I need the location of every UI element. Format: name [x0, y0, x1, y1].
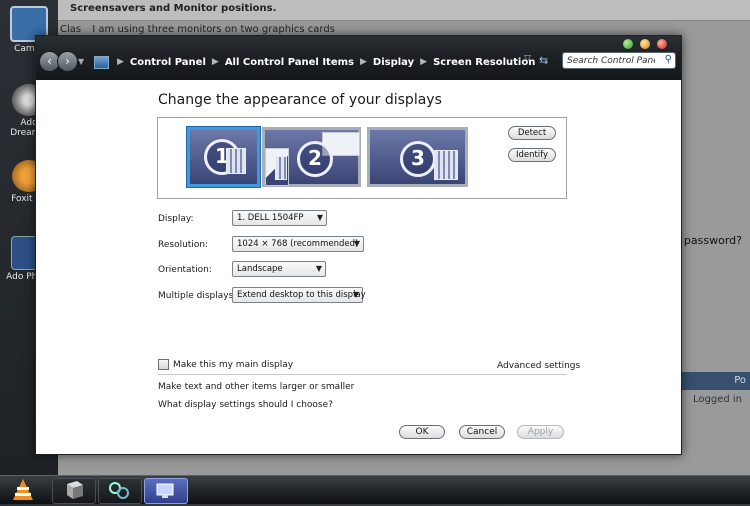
minimize-button[interactable] [640, 39, 650, 49]
forum-snippet-rest: I am using three monitors on two graphic… [92, 24, 335, 35]
display-settings-icon [156, 483, 174, 498]
forum-snippet-start: Clas [60, 24, 82, 35]
multiple-displays-select-value: Extend desktop to this display [237, 290, 366, 300]
divider [158, 374, 567, 375]
page-title: Change the appearance of your displays [158, 92, 442, 108]
display-help-link[interactable]: What display settings should I choose? [158, 400, 333, 410]
maximize-button[interactable] [623, 39, 633, 49]
taskbar-display-settings[interactable] [144, 478, 188, 504]
forward-button[interactable]: › [57, 51, 78, 72]
text-size-link[interactable]: Make text and other items larger or smal… [158, 382, 354, 392]
chevron-down-icon: ▼ [315, 264, 322, 273]
content-area: Change the appearance of your displays 1… [36, 80, 681, 454]
breadcrumb-separator-icon[interactable]: ▶ [212, 57, 219, 67]
resolution-select[interactable]: 1024 × 768 (recommended) ▼ [232, 236, 364, 252]
advanced-settings-link[interactable]: Advanced settings [497, 361, 580, 371]
detect-button[interactable]: Detect [508, 126, 556, 140]
resolution-select-value: 1024 × 768 (recommended) [237, 239, 359, 249]
monitor-number: 3 [400, 141, 436, 177]
chevron-down-icon: ▼ [352, 290, 359, 299]
display-select-value: 1. DELL 1504FP [237, 213, 304, 223]
screen-resolution-window: ‹ › ▼ ▶ Control Panel ▶ All Control Pane… [35, 35, 682, 455]
close-button[interactable] [657, 39, 667, 49]
search-input[interactable] [567, 54, 655, 67]
breadcrumb-all-items[interactable]: All Control Panel Items [225, 57, 354, 68]
back-arrow-icon: ‹ [47, 54, 52, 68]
monitor-number: 2 [297, 141, 333, 177]
forum-thread-title: Screensavers and Monitor positions. [70, 3, 277, 14]
display-label: Display: [158, 214, 194, 224]
search-box: ⚲ [562, 52, 676, 69]
taskbar [0, 475, 750, 504]
apply-button[interactable]: Apply [517, 425, 564, 439]
cancel-button[interactable]: Cancel [459, 425, 505, 439]
forum-right-snippet: e password? [673, 234, 742, 247]
chevron-down-icon: ▼ [353, 239, 360, 248]
orientation-label: Orientation: [158, 265, 212, 275]
breadcrumb-display[interactable]: Display [373, 57, 414, 68]
forum-logged-in: Logged in [692, 394, 742, 405]
orientation-select[interactable]: Landscape ▼ [232, 261, 326, 277]
main-display-checkbox[interactable] [158, 359, 169, 370]
window-titlebar[interactable]: ‹ › ▼ ▶ Control Panel ▶ All Control Pane… [36, 36, 681, 80]
breadcrumb-separator-icon[interactable]: ▶ [360, 57, 367, 67]
chevron-down-icon: ▼ [316, 213, 323, 222]
multiple-displays-label: Multiple displays: [158, 291, 237, 301]
main-display-label[interactable]: Make this my main display [173, 360, 293, 370]
history-dropdown-icon[interactable]: ▼ [78, 57, 84, 66]
breadcrumb-screen-resolution[interactable]: Screen Resolution [433, 57, 535, 68]
breadcrumb-control-panel[interactable]: Control Panel [130, 57, 206, 68]
monitor-arrangement: 1 2 3 Detect Identify [157, 117, 567, 199]
search-icon[interactable]: ⚲ [665, 54, 672, 65]
network-icon [109, 482, 129, 499]
vlc-icon [13, 479, 33, 500]
taskbar-network[interactable] [98, 478, 142, 504]
identify-button[interactable]: Identify [508, 148, 556, 162]
display-select[interactable]: 1. DELL 1504FP ▼ [232, 210, 327, 226]
main-display-option[interactable]: Make this my main display [158, 359, 293, 370]
breadcrumb-separator-icon[interactable]: ▶ [420, 57, 427, 67]
multiple-displays-select[interactable]: Extend desktop to this display ▼ [232, 287, 366, 303]
package-icon [67, 481, 83, 499]
window-grid-icon [434, 150, 458, 180]
breadcrumb: ▶ Control Panel ▶ All Control Panel Item… [94, 54, 535, 70]
forward-arrow-icon: › [65, 54, 70, 68]
taskbar-package[interactable] [52, 478, 96, 504]
monitor-1[interactable]: 1 [187, 127, 260, 187]
refresh-icon[interactable]: ⇆ [539, 54, 548, 67]
control-panel-icon [94, 55, 109, 69]
breadcrumb-separator-icon[interactable]: ▶ [117, 57, 124, 67]
ok-button[interactable]: OK [399, 425, 445, 439]
resolution-label: Resolution: [158, 240, 209, 250]
monitor-3[interactable]: 3 [367, 127, 468, 187]
forum-post-header: Po [680, 372, 750, 390]
forum-thread-snippet: Clas I am using three monitors on two gr… [60, 24, 335, 35]
taskbar-vlc[interactable] [8, 478, 50, 502]
orientation-select-value: Landscape [237, 264, 283, 274]
window-grid-icon [275, 156, 287, 180]
window-grid-icon [226, 148, 246, 174]
monitor-2[interactable]: 2 [262, 127, 361, 187]
address-dropdown-icon[interactable]: ▽ [524, 54, 531, 64]
